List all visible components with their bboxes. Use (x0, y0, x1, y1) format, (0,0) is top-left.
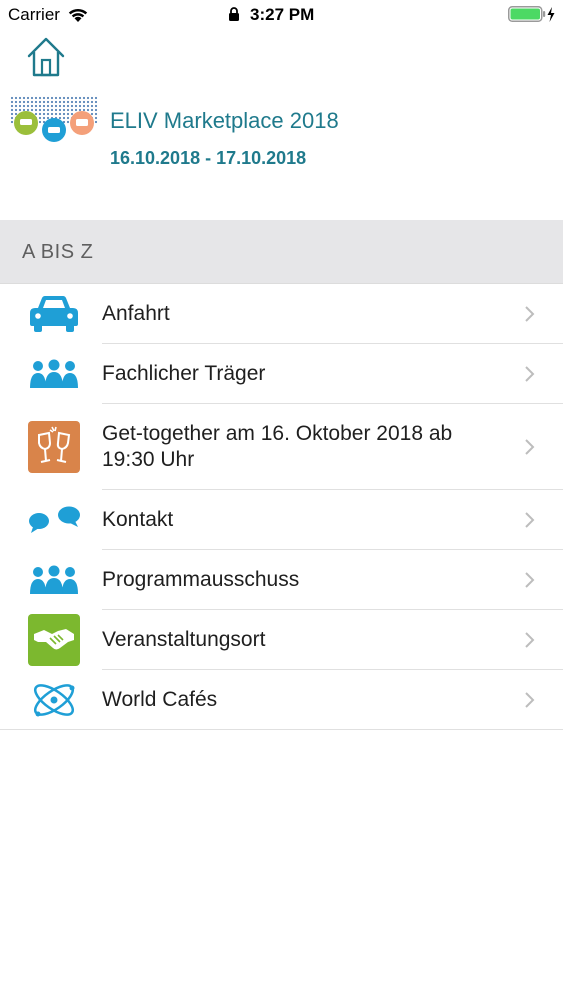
list-item-veranstaltungsort[interactable]: Veranstaltungsort (0, 610, 563, 670)
people-icon (26, 348, 82, 400)
list-item-label: Programmausschuss (102, 568, 300, 591)
chevron-right-icon (525, 512, 535, 528)
people-icon (26, 554, 82, 606)
chevron-right-icon (525, 572, 535, 588)
chevron-right-icon (525, 439, 535, 455)
toast-glasses-icon (26, 421, 82, 473)
wifi-icon (68, 8, 88, 22)
chevron-right-icon (525, 632, 535, 648)
list-item-anfahrt[interactable]: Anfahrt (0, 284, 563, 344)
atom-icon (26, 674, 82, 726)
list-item-fachlicher-traeger[interactable]: Fachlicher Träger (0, 344, 563, 404)
event-header: ELIV Marketplace 2018 16.10.2018 - 17.10… (10, 96, 550, 186)
event-title: ELIV Marketplace 2018 (110, 108, 339, 133)
chevron-right-icon (525, 306, 535, 322)
event-dates: 16.10.2018 - 17.10.2018 (110, 148, 307, 168)
list-item-label: Veranstaltungsort (102, 628, 266, 651)
home-icon (27, 37, 65, 77)
carrier-label: Carrier (8, 5, 60, 24)
handshake-icon (26, 614, 82, 666)
car-icon (26, 288, 82, 340)
list-item-label: Fachlicher Träger (102, 362, 266, 385)
section-title: A BIS Z (22, 241, 94, 263)
list-item-label: Get-together am 16. Oktober 2018 ab 19:3… (102, 422, 453, 471)
battery-icon (508, 6, 555, 22)
list-item-kontakt[interactable]: Kontakt (0, 490, 563, 550)
a-z-list: Anfahrt Fachlicher Träger Get-together a… (0, 283, 563, 730)
list-item-get-together[interactable]: Get-together am 16. Oktober 2018 ab 19:3… (0, 404, 563, 490)
chevron-right-icon (525, 692, 535, 708)
section-header: A BIS Z (0, 220, 563, 283)
home-button[interactable] (26, 36, 66, 78)
status-time: 3:27 PM (250, 5, 315, 24)
list-item-world-cafes[interactable]: World Cafés (0, 670, 563, 730)
chat-bubbles-icon (26, 494, 82, 546)
lock-icon (229, 7, 239, 21)
list-item-label: Kontakt (102, 508, 174, 531)
list-item-programmausschuss[interactable]: Programmausschuss (0, 550, 563, 610)
list-item-label: Anfahrt (102, 302, 170, 325)
list-item-label: World Cafés (102, 688, 218, 711)
chevron-right-icon (525, 366, 535, 382)
status-bar: Carrier 3:27 PM (0, 0, 563, 30)
event-logo (10, 96, 98, 142)
